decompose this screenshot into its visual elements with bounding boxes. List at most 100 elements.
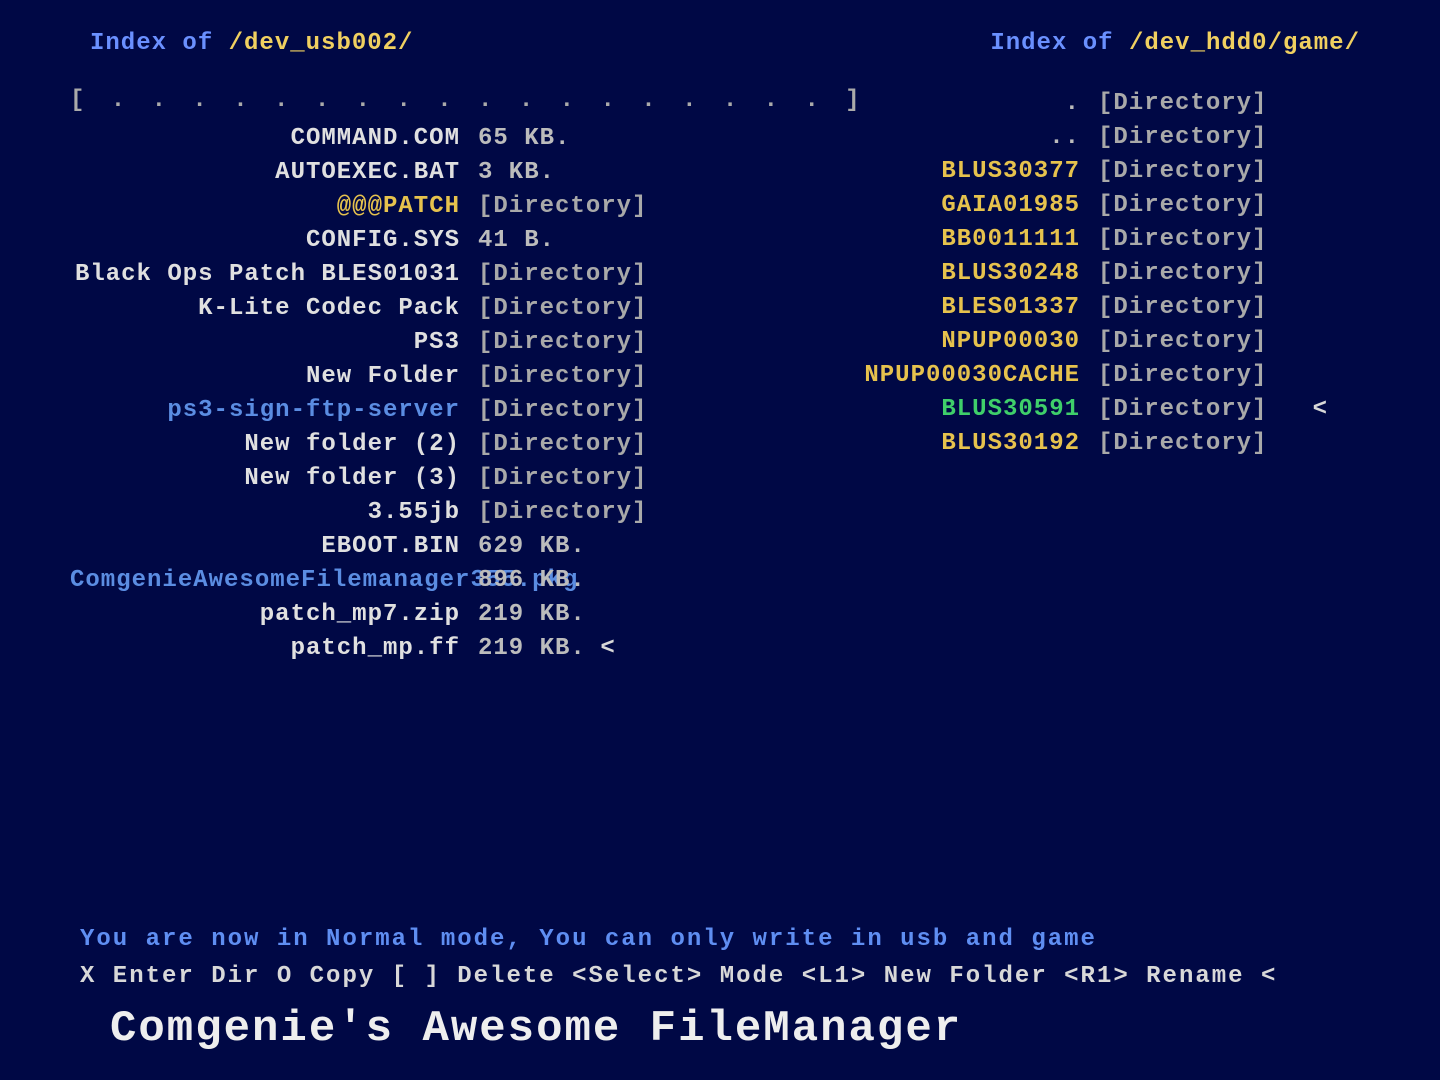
file-size: [Directory] — [1098, 393, 1298, 427]
file-name: NPUP00030CACHE — [770, 359, 1098, 393]
right-index-word: Index of — [990, 30, 1129, 57]
file-size: [Directory] — [478, 394, 647, 428]
list-item[interactable]: ComgenieAwesomeFilemanager355.pkg896 KB. — [70, 564, 770, 598]
list-item[interactable]: NPUP00030CACHE[Directory] — [770, 359, 1390, 393]
left-file-list: COMMAND.COM65 KB.AUTOEXEC.BAT3 KB.@@@PAT… — [70, 122, 770, 666]
file-name: @@@PATCH — [70, 190, 478, 224]
file-name: AUTOEXEC.BAT — [70, 156, 478, 190]
file-size: [Directory] — [1098, 121, 1298, 155]
file-size: 65 KB. — [478, 122, 570, 156]
file-name: BLUS30192 — [770, 427, 1098, 461]
file-name: BLUS30248 — [770, 257, 1098, 291]
file-size: [Directory] — [1098, 257, 1298, 291]
file-name: ComgenieAwesomeFilemanager355.pkg — [70, 564, 478, 598]
file-size: [Directory] — [478, 428, 647, 462]
list-item[interactable]: EBOOT.BIN629 KB. — [70, 530, 770, 564]
list-item[interactable]: K-Lite Codec Pack[Directory] — [70, 292, 770, 326]
left-pane[interactable]: [ . . . . . . . . . . . . . . . . . . ] … — [70, 87, 770, 666]
file-name: New folder (3) — [70, 462, 478, 496]
list-item[interactable]: BLUS30192[Directory] — [770, 427, 1390, 461]
list-item[interactable]: BLUS30591[Directory]< — [770, 393, 1390, 427]
list-item[interactable]: patch_mp7.zip219 KB. — [70, 598, 770, 632]
file-size: [Directory] — [478, 360, 647, 394]
list-item[interactable]: AUTOEXEC.BAT3 KB. — [70, 156, 770, 190]
list-item[interactable]: GAIA01985[Directory] — [770, 189, 1390, 223]
list-item[interactable]: COMMAND.COM65 KB. — [70, 122, 770, 156]
file-name: . — [770, 87, 1098, 121]
file-name: NPUP00030 — [770, 325, 1098, 359]
left-index-word: Index of — [90, 30, 229, 57]
file-size: [Directory] — [478, 258, 647, 292]
file-size: [Directory] — [1098, 189, 1298, 223]
left-pane-header: Index of /dev_usb002/ — [90, 30, 413, 57]
file-name: BLES01337 — [770, 291, 1098, 325]
file-size: 3 KB. — [478, 156, 555, 190]
file-name: BLUS30377 — [770, 155, 1098, 189]
list-item[interactable]: CONFIG.SYS41 B. — [70, 224, 770, 258]
file-size: [Directory] — [1098, 359, 1298, 393]
file-name: New folder (2) — [70, 428, 478, 462]
file-size: [Directory] — [1098, 291, 1298, 325]
list-item[interactable]: New folder (2)[Directory] — [70, 428, 770, 462]
list-item[interactable]: BB0011111[Directory] — [770, 223, 1390, 257]
file-size: [Directory] — [1098, 155, 1298, 189]
file-name: New Folder — [70, 360, 478, 394]
cursor-icon: < — [1298, 393, 1328, 427]
list-item[interactable]: ps3-sign-ftp-server[Directory] — [70, 394, 770, 428]
parent-dir-row[interactable]: [ . . . . . . . . . . . . . . . . . . ] — [70, 87, 770, 114]
panes-container: [ . . . . . . . . . . . . . . . . . . ] … — [20, 87, 1420, 666]
header-row: Index of /dev_usb002/ Index of /dev_hdd0… — [20, 30, 1420, 57]
list-item[interactable]: @@@PATCH[Directory] — [70, 190, 770, 224]
file-name: patch_mp7.zip — [70, 598, 478, 632]
file-size: [Directory] — [478, 326, 647, 360]
file-size: 629 KB. — [478, 530, 586, 564]
right-path: /dev_hdd0/game/ — [1129, 30, 1360, 57]
list-item[interactable]: BLUS30377[Directory] — [770, 155, 1390, 189]
file-size: [Directory] — [478, 292, 647, 326]
file-name: 3.55jb — [70, 496, 478, 530]
left-path: /dev_usb002/ — [229, 30, 414, 57]
file-name: BLUS30591 — [770, 393, 1098, 427]
file-size: 219 KB. — [478, 632, 586, 666]
list-item[interactable]: New Folder[Directory] — [70, 360, 770, 394]
file-name: EBOOT.BIN — [70, 530, 478, 564]
file-name: GAIA01985 — [770, 189, 1098, 223]
app-title: Comgenie's Awesome FileManager — [110, 1004, 1380, 1054]
right-file-list: .[Directory]..[Directory]BLUS30377[Direc… — [770, 87, 1390, 461]
file-size: 219 KB. — [478, 598, 586, 632]
file-name: ps3-sign-ftp-server — [70, 394, 478, 428]
file-name: COMMAND.COM — [70, 122, 478, 156]
file-name: CONFIG.SYS — [70, 224, 478, 258]
list-item[interactable]: .[Directory] — [770, 87, 1390, 121]
list-item[interactable]: 3.55jb[Directory] — [70, 496, 770, 530]
file-size: [Directory] — [1098, 87, 1298, 121]
right-pane[interactable]: .[Directory]..[Directory]BLUS30377[Direc… — [770, 87, 1390, 666]
controls-line: X Enter Dir O Copy [ ] Delete <Select> M… — [80, 963, 1380, 990]
list-item[interactable]: BLES01337[Directory] — [770, 291, 1390, 325]
list-item[interactable]: New folder (3)[Directory] — [70, 462, 770, 496]
right-pane-header: Index of /dev_hdd0/game/ — [990, 30, 1360, 57]
file-size: [Directory] — [478, 462, 647, 496]
file-size: [Directory] — [478, 496, 647, 530]
file-manager-screen: Index of /dev_usb002/ Index of /dev_hdd0… — [0, 0, 1440, 1080]
list-item[interactable]: ..[Directory] — [770, 121, 1390, 155]
file-size: [Directory] — [478, 190, 647, 224]
list-item[interactable]: PS3[Directory] — [70, 326, 770, 360]
file-name: .. — [770, 121, 1098, 155]
list-item[interactable]: NPUP00030[Directory] — [770, 325, 1390, 359]
file-name: BB0011111 — [770, 223, 1098, 257]
list-item[interactable]: BLUS30248[Directory] — [770, 257, 1390, 291]
file-size: 41 B. — [478, 224, 555, 258]
footer: You are now in Normal mode, You can only… — [0, 926, 1440, 1054]
file-size: 896 KB. — [478, 564, 586, 598]
file-size: [Directory] — [1098, 223, 1298, 257]
list-item[interactable]: patch_mp.ff219 KB. < — [70, 632, 770, 666]
cursor-icon: < — [586, 632, 616, 666]
file-name: K-Lite Codec Pack — [70, 292, 478, 326]
file-name: patch_mp.ff — [70, 632, 478, 666]
list-item[interactable]: Black Ops Patch BLES01031[Directory] — [70, 258, 770, 292]
file-size: [Directory] — [1098, 427, 1298, 461]
file-name: PS3 — [70, 326, 478, 360]
file-name: Black Ops Patch BLES01031 — [70, 258, 478, 292]
status-line: You are now in Normal mode, You can only… — [80, 926, 1380, 953]
